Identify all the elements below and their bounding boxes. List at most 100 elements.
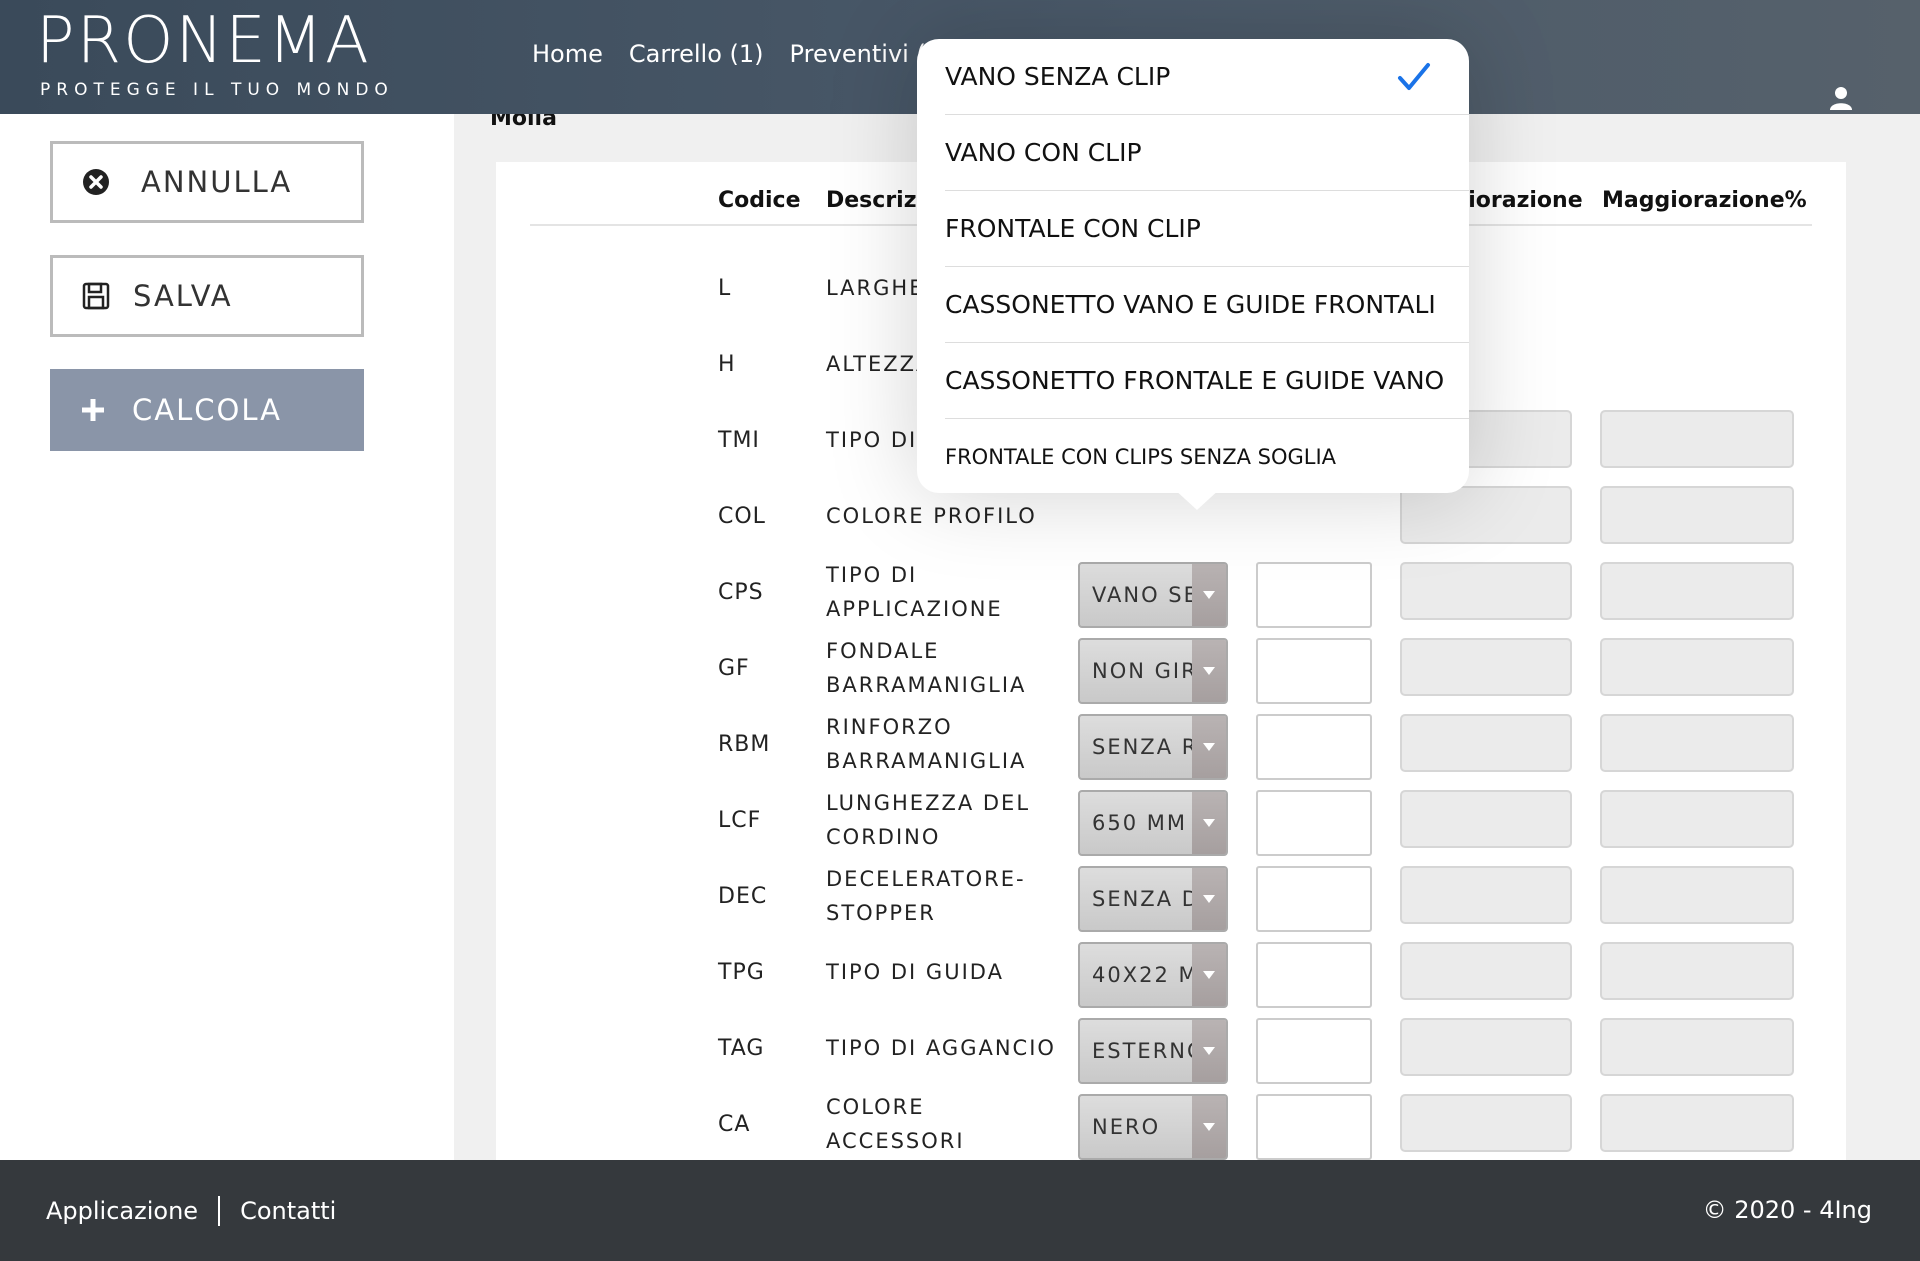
table-row: LCF LUNGHEZZA DEL CORDINO 650 MM xyxy=(496,782,1846,858)
quantity-input[interactable] xyxy=(1256,638,1372,704)
dropdown-option[interactable]: VANO CON CLIP xyxy=(945,115,1469,191)
calculate-button[interactable]: CALCOLA xyxy=(50,369,364,451)
chevron-down-icon xyxy=(1192,1020,1226,1082)
row-code: CPS xyxy=(718,579,764,605)
surcharge-percent-field xyxy=(1600,942,1794,1000)
section-title: Molla xyxy=(490,114,557,131)
row-code: GF xyxy=(718,655,750,681)
surcharge-field xyxy=(1400,714,1572,772)
table-row: TAG TIPO DI AGGANCIO ESTERNO xyxy=(496,1010,1846,1086)
row-code: CA xyxy=(718,1111,751,1137)
row-description: LUNGHEZZA DEL CORDINO xyxy=(826,791,1031,849)
footer-link-contatti[interactable]: Contatti xyxy=(240,1197,336,1225)
calculate-button-label: CALCOLA xyxy=(132,393,282,427)
quantity-input[interactable] xyxy=(1256,1094,1372,1160)
chevron-down-icon xyxy=(1192,716,1226,778)
dropdown-option-label: VANO CON CLIP xyxy=(945,138,1142,167)
dropdown-option-label: FRONTALE CON CLIP xyxy=(945,214,1201,243)
quantity-input[interactable] xyxy=(1256,790,1372,856)
main-nav: Home Carrello (1) Preventivi (1) xyxy=(532,40,950,68)
save-button[interactable]: SALVA xyxy=(50,255,364,337)
row-description: FONDALE BARRAMANIGLIA xyxy=(826,639,1027,697)
close-circle-icon xyxy=(81,167,111,197)
quantity-input[interactable] xyxy=(1256,714,1372,780)
dropdown-option-label: CASSONETTO FRONTALE E GUIDE VANO xyxy=(945,366,1445,395)
logo[interactable]: PRONEMA xyxy=(36,4,371,78)
row-select[interactable]: NON GIREVOLE xyxy=(1078,638,1228,704)
surcharge-percent-field xyxy=(1600,714,1794,772)
sidebar: ANNULLA SALVA CALCOLA xyxy=(0,114,454,1160)
dropdown-option[interactable]: FRONTALE CON CLIP xyxy=(945,191,1469,267)
save-button-label: SALVA xyxy=(133,279,233,313)
surcharge-percent-field xyxy=(1600,638,1794,696)
dropdown-option[interactable]: FRONTALE CON CLIPS SENZA SOGLIA xyxy=(945,419,1469,493)
row-select[interactable]: ESTERNO xyxy=(1078,1018,1228,1084)
dropdown-option[interactable]: VANO SENZA CLIP xyxy=(945,39,1469,115)
table-row: GF FONDALE BARRAMANIGLIA NON GIREVOLE xyxy=(496,630,1846,706)
quantity-input[interactable] xyxy=(1256,942,1372,1008)
quantity-input[interactable] xyxy=(1256,562,1372,628)
application-type-dropdown: VANO SENZA CLIP VANO CON CLIP FRONTALE CON… xyxy=(917,39,1469,493)
surcharge-percent-field xyxy=(1600,410,1794,468)
row-select-value: NERO xyxy=(1092,1115,1161,1139)
column-header-maggiorazione-pct: Maggiorazione% xyxy=(1602,188,1807,213)
row-description: TIPO DI GUIDA xyxy=(826,960,1004,984)
dropdown-option-label: FRONTALE CON CLIPS SENZA SOGLIA xyxy=(945,445,1337,469)
surcharge-field xyxy=(1400,1094,1572,1152)
chevron-down-icon xyxy=(1192,944,1226,1006)
dropdown-pointer xyxy=(1173,488,1221,510)
row-select[interactable]: NERO xyxy=(1078,1094,1228,1160)
row-select[interactable]: 40X22 MM xyxy=(1078,942,1228,1008)
table-row: CPS TIPO DI APPLICAZIONE VANO SENZA CLIP xyxy=(496,554,1846,630)
row-select[interactable]: SENZA RINFORZO xyxy=(1078,714,1228,780)
footer-separator xyxy=(218,1196,221,1226)
row-select-value: SENZA DECELERATORE xyxy=(1092,887,1202,911)
dropdown-option[interactable]: CASSONETTO VANO E GUIDE FRONTALI xyxy=(945,267,1469,343)
dropdown-option[interactable]: CASSONETTO FRONTALE E GUIDE VANO xyxy=(945,343,1469,419)
chevron-down-icon xyxy=(1192,792,1226,854)
row-select-value: 650 MM xyxy=(1092,811,1187,835)
surcharge-field xyxy=(1400,562,1572,620)
surcharge-percent-field xyxy=(1600,486,1794,544)
row-code: RBM xyxy=(718,731,771,757)
row-description: COLORE ACCESSORI xyxy=(826,1095,965,1153)
nav-carrello[interactable]: Carrello (1) xyxy=(629,40,764,68)
row-code: H xyxy=(718,351,736,377)
row-select[interactable]: 650 MM xyxy=(1078,790,1228,856)
table-row: TPG TIPO DI GUIDA 40X22 MM xyxy=(496,934,1846,1010)
logo-tagline: PROTEGGE IL TUO MONDO xyxy=(40,80,394,100)
row-code: TAG xyxy=(718,1035,765,1061)
row-select-value: ESTERNO xyxy=(1092,1039,1202,1063)
surcharge-percent-field xyxy=(1600,1018,1794,1076)
row-select[interactable]: SENZA DECELERATORE xyxy=(1078,866,1228,932)
surcharge-percent-field xyxy=(1600,790,1794,848)
footer-link-applicazione[interactable]: Applicazione xyxy=(46,1197,198,1225)
surcharge-field xyxy=(1400,942,1572,1000)
row-select[interactable]: VANO SENZA CLIP xyxy=(1078,562,1228,628)
table-row: RBM RINFORZO BARRAMANIGLIA SENZA RINFORZO xyxy=(496,706,1846,782)
floppy-disk-icon xyxy=(81,281,111,311)
nav-home[interactable]: Home xyxy=(532,40,603,68)
table-row: DEC DECELERATORE-STOPPER SENZA DECELERATOR… xyxy=(496,858,1846,934)
cancel-button[interactable]: ANNULLA xyxy=(50,141,364,223)
row-code: TMI xyxy=(718,427,760,453)
dropdown-option-label: VANO SENZA CLIP xyxy=(945,62,1171,91)
surcharge-field xyxy=(1400,790,1572,848)
surcharge-field xyxy=(1400,866,1572,924)
row-code: TPG xyxy=(718,959,765,985)
row-description: DECELERATORE-STOPPER xyxy=(826,867,1026,925)
chevron-down-icon xyxy=(1192,564,1226,626)
row-select-value: NON GIREVOLE xyxy=(1092,659,1202,683)
chevron-down-icon xyxy=(1192,640,1226,702)
column-header-codice: Codice xyxy=(718,188,801,213)
chevron-down-icon xyxy=(1192,1096,1226,1158)
row-description: RINFORZO BARRAMANIGLIA xyxy=(826,715,1027,773)
row-select-value: SENZA RINFORZO xyxy=(1092,735,1202,759)
quantity-input[interactable] xyxy=(1256,866,1372,932)
row-select-value: VANO SENZA CLIP xyxy=(1092,583,1202,607)
user-icon[interactable] xyxy=(1830,86,1852,110)
quantity-input[interactable] xyxy=(1256,1018,1372,1084)
plus-icon xyxy=(78,395,108,425)
chevron-down-icon xyxy=(1192,868,1226,930)
row-code: L xyxy=(718,275,732,301)
